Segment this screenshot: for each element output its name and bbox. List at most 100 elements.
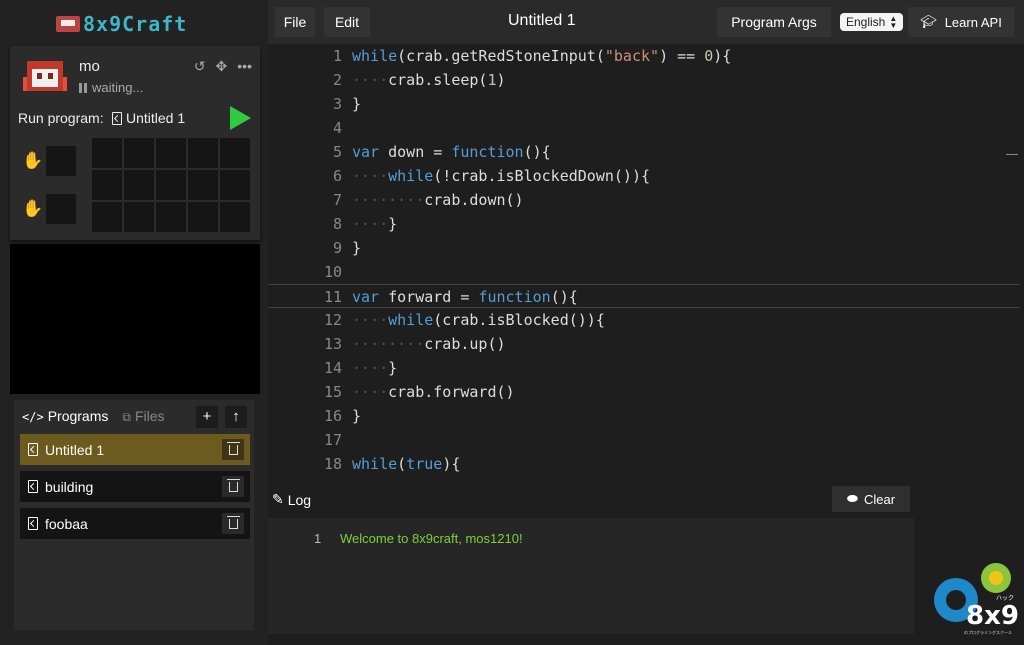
line-number: 3 (332, 95, 342, 113)
log-output[interactable]: 1 Welcome to 8x9craft, mos1210! (268, 518, 914, 634)
file-code-icon (28, 480, 38, 493)
line-number: 12 (323, 311, 342, 329)
eraser-icon: ⬬ (846, 491, 859, 506)
code-line[interactable]: 17 (268, 428, 1020, 452)
top-toolbar: File Edit Untitled 1 Program Args Englis… (268, 0, 1024, 44)
code-line[interactable]: 5 var down = function(){ (268, 140, 1020, 164)
inventory-slot[interactable] (220, 170, 250, 200)
run-button[interactable] (230, 106, 251, 130)
learn-api-button[interactable]: 🎓︎ Learn API (908, 7, 1014, 37)
tab-programs[interactable]: </> Programs (22, 408, 108, 425)
inventory-slot[interactable] (220, 202, 250, 232)
trash-icon (226, 478, 240, 492)
code-text: ········crab.down() (352, 191, 524, 209)
code-line[interactable]: 4 (268, 116, 1020, 140)
more-icon[interactable]: ••• (237, 58, 252, 74)
language-select[interactable]: English ▲ ▼ (840, 13, 904, 31)
program-item-label: Untitled 1 (45, 441, 105, 458)
file-code-icon (112, 111, 122, 125)
code-line[interactable]: 6 ····while(!crab.isBlockedDown()){ (268, 164, 1020, 188)
inventory-slot[interactable] (156, 170, 186, 200)
inventory-slot[interactable] (92, 170, 122, 200)
code-line[interactable]: 8 ····} (268, 212, 1020, 236)
program-item[interactable]: foobaa (20, 508, 250, 539)
code-line[interactable]: 9} (268, 236, 1020, 260)
program-item-label: foobaa (45, 515, 88, 532)
log-line-text: Welcome to 8x9craft, mos1210! (340, 531, 523, 546)
inventory-slot[interactable] (156, 202, 186, 232)
clear-log-button[interactable]: ⬬ Clear (832, 486, 910, 512)
code-icon: </> (22, 410, 44, 424)
inventory-slot[interactable] (188, 202, 218, 232)
inventory-slot[interactable] (188, 170, 218, 200)
inventory-slot[interactable] (124, 202, 154, 232)
code-line[interactable]: 2 ····crab.sleep(1) (268, 68, 1020, 92)
inventory-slot[interactable] (188, 138, 218, 168)
program-item-label: building (45, 478, 94, 495)
language-value: English (846, 15, 886, 29)
hand-slot[interactable] (46, 194, 76, 224)
tab-files[interactable]: ⧉ Files (122, 408, 164, 425)
run-program-select[interactable]: Untitled 1 (112, 110, 185, 126)
graduation-cap-icon: 🎓︎ (920, 14, 937, 29)
code-text: ····crab.forward() (352, 383, 515, 401)
code-line[interactable]: 11 var forward = function(){ (268, 284, 1020, 308)
undo-icon[interactable]: ↺ (194, 58, 206, 74)
programs-panel: </> Programs ⧉ Files + ↑ Untitled 1 buildi… (14, 400, 254, 630)
inventory-slot[interactable] (92, 202, 122, 232)
code-text: ····while(!crab.isBlockedDown()){ (352, 167, 651, 185)
inventory-slot[interactable] (124, 138, 154, 168)
code-text: while(crab.getRedStoneInput("back") == 0… (352, 47, 732, 65)
code-text: ····} (352, 359, 398, 377)
tab-files-label: Files (134, 408, 165, 424)
school-logo: 8x9 ハック のプログラミングスクール (934, 563, 1018, 635)
gear-icon (981, 563, 1011, 593)
line-number: 1 (332, 47, 342, 65)
world-view[interactable] (10, 244, 260, 394)
move-icon[interactable]: ✥ (216, 58, 228, 74)
code-line[interactable]: 12 ····while(crab.isBlocked()){ (268, 308, 1020, 332)
code-line[interactable]: 1 while(crab.getRedStoneInput("back") == … (268, 44, 1020, 68)
code-line[interactable]: 18 while(true){ (268, 452, 1020, 474)
inventory-slot[interactable] (220, 138, 250, 168)
line-number: 9 (332, 239, 342, 257)
inventory-slot[interactable] (124, 170, 154, 200)
line-number: 13 (323, 335, 342, 353)
line-number: 18 (323, 455, 342, 473)
program-args-button[interactable]: Program Args (717, 7, 831, 37)
code-line[interactable]: 15 ····crab.forward() (268, 380, 1020, 404)
code-text: } (352, 95, 362, 113)
code-line[interactable]: 3} (268, 92, 1020, 116)
tab-programs-label: Programs (47, 408, 109, 424)
delete-program-button[interactable] (222, 439, 244, 460)
delete-program-button[interactable] (222, 476, 244, 497)
code-editor[interactable]: 1 while(crab.getRedStoneInput("back") == … (268, 44, 1020, 474)
line-number: 2 (332, 71, 342, 89)
code-line[interactable]: 10 (268, 260, 1020, 284)
program-item[interactable]: building (20, 471, 250, 502)
brand-logo: 8x9Craft (56, 11, 187, 37)
program-item[interactable]: Untitled 1 (20, 434, 250, 465)
hand-icon: ✋ (22, 199, 44, 218)
line-number: 16 (323, 407, 342, 425)
code-line[interactable]: 13 ········crab.up() (268, 332, 1020, 356)
add-program-button[interactable]: + (196, 406, 218, 428)
delete-program-button[interactable] (222, 513, 244, 534)
file-menu-button[interactable]: File (275, 7, 315, 37)
hand-slot[interactable] (46, 146, 76, 176)
code-text: while(true){ (352, 455, 461, 473)
inventory-slot[interactable] (156, 138, 186, 168)
brand-name: 8x9Craft (83, 12, 188, 36)
line-number: 10 (323, 263, 342, 281)
document-title[interactable]: Untitled 1 (508, 12, 576, 30)
code-line[interactable]: 14 ····} (268, 356, 1020, 380)
inventory-slot[interactable] (92, 138, 122, 168)
code-line[interactable]: 16} (268, 404, 1020, 428)
code-text: ····} (352, 215, 398, 233)
line-number: 5 (332, 143, 342, 161)
code-line[interactable]: 7 ········crab.down() (268, 188, 1020, 212)
upload-program-button[interactable]: ↑ (225, 406, 247, 428)
code-text: } (352, 407, 362, 425)
line-number: 7 (332, 191, 342, 209)
edit-menu-button[interactable]: Edit (324, 7, 370, 37)
